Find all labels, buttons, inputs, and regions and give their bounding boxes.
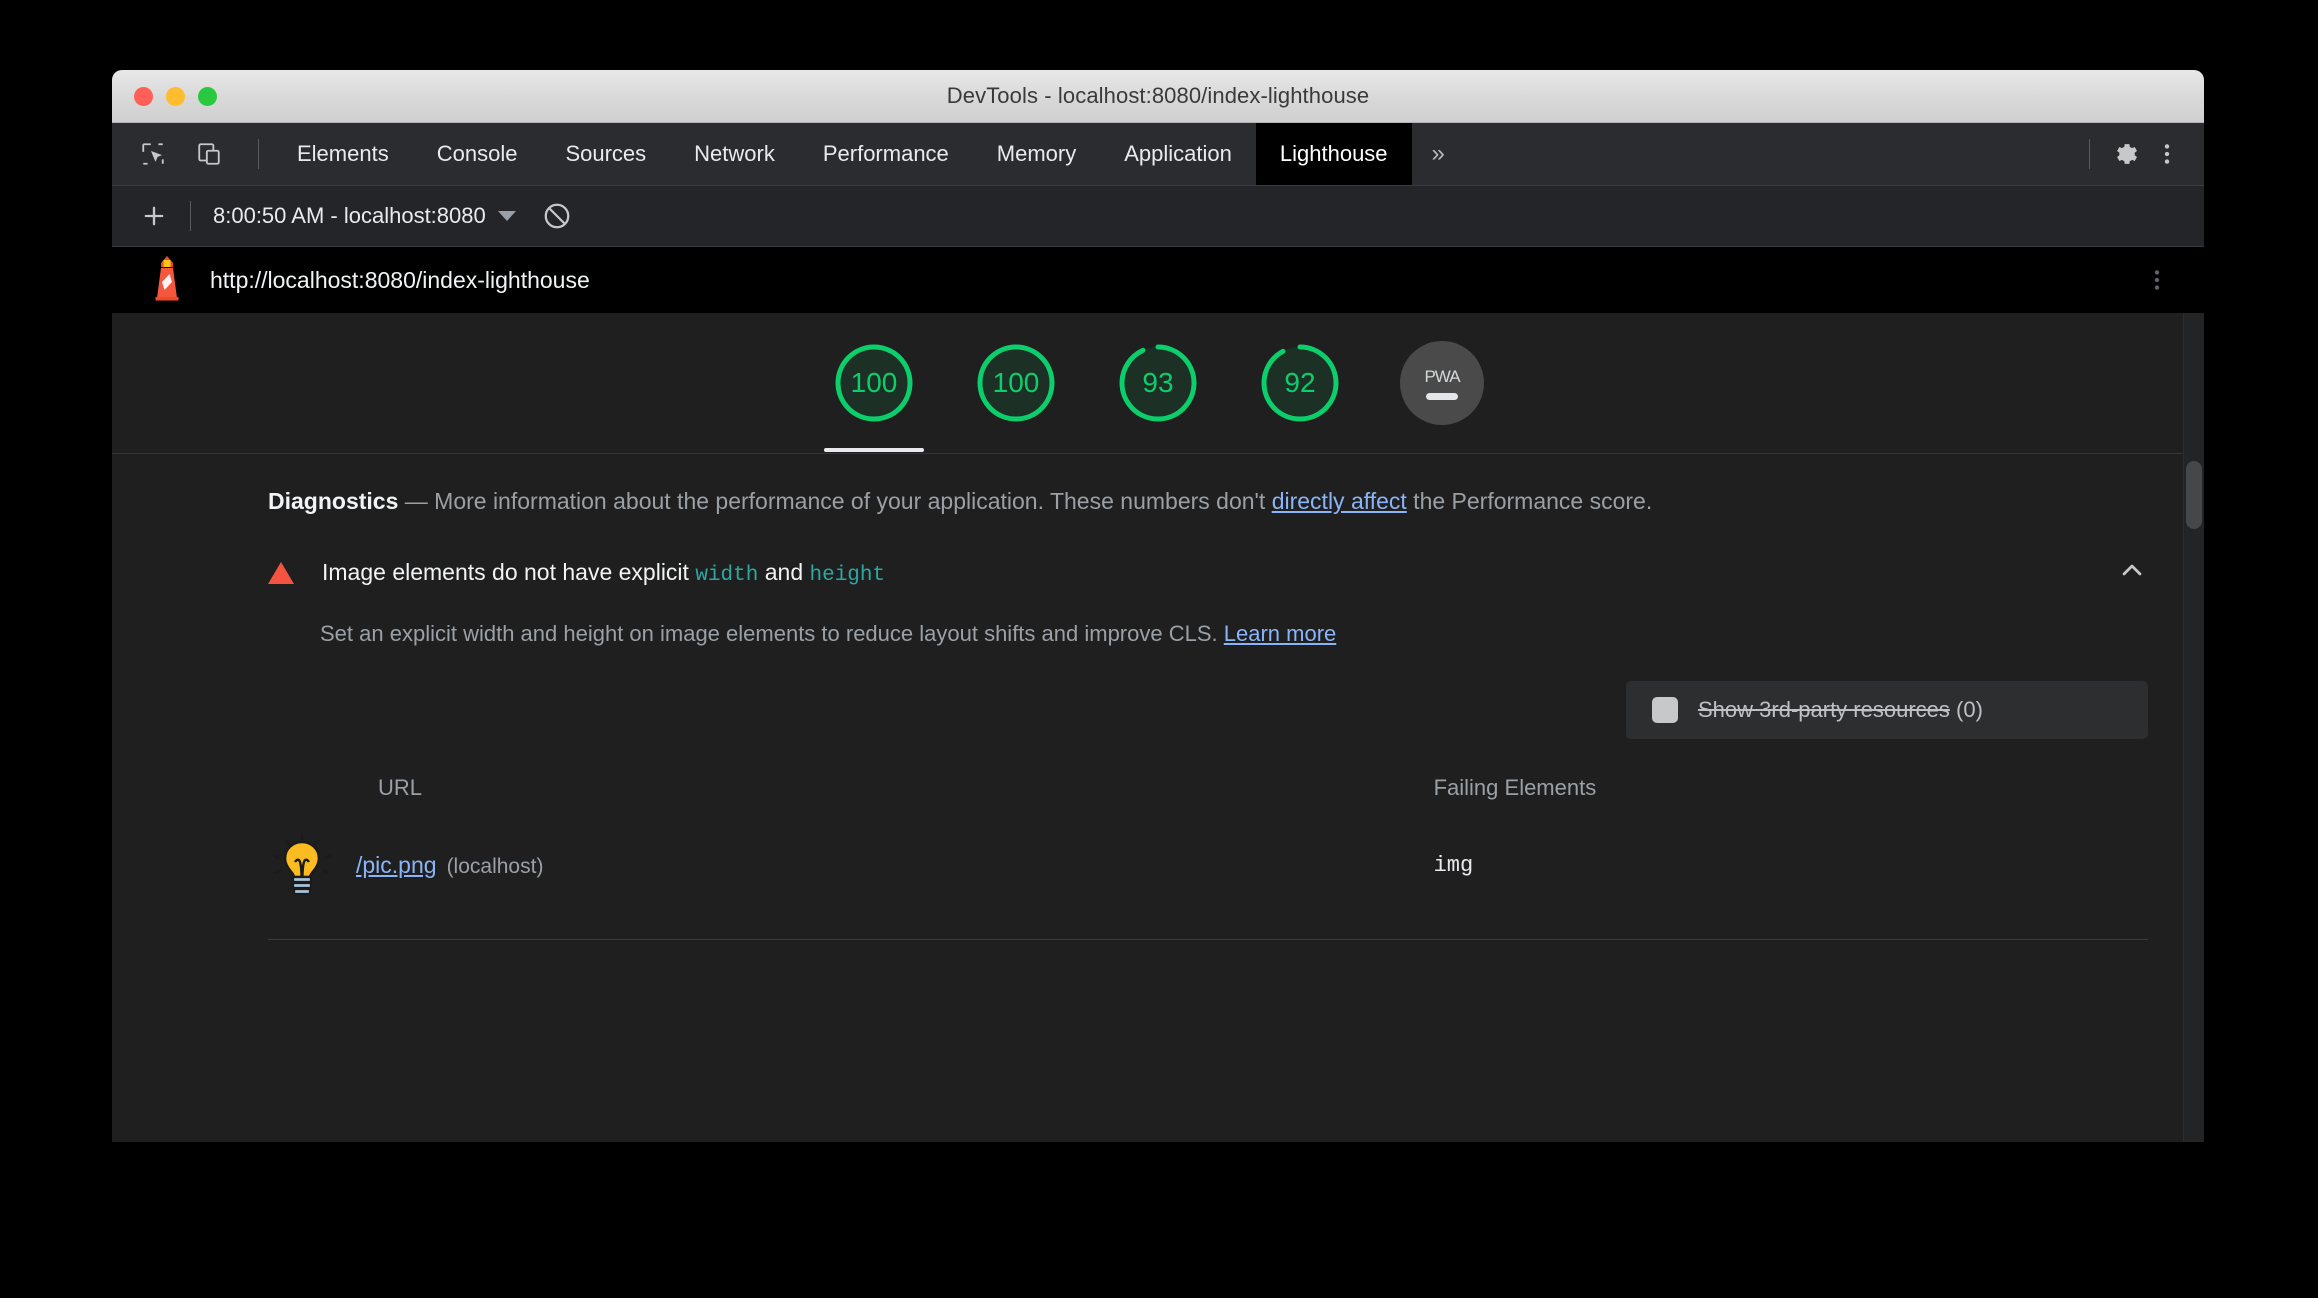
third-party-filter-row: Show 3rd-party resources (0)	[268, 681, 2148, 740]
report-url: http://localhost:8080/index-lighthouse	[210, 266, 590, 293]
tab-console[interactable]: Console	[413, 123, 542, 185]
report-header: http://localhost:8080/index-lighthouse	[112, 247, 2204, 313]
audit-description-text: Set an explicit width and height on imag…	[320, 621, 1218, 647]
gauge-category-3[interactable]: 93	[1106, 341, 1210, 425]
table-body: /pic.png (localhost) img	[268, 821, 2148, 909]
cell-failing-element: img	[1433, 852, 1474, 878]
pwa-null-dash-icon	[1426, 392, 1458, 400]
third-party-label-text: Show 3rd-party resources	[1698, 697, 1950, 723]
column-header-url: URL	[378, 775, 423, 801]
zoom-window-button[interactable]	[198, 87, 217, 106]
audit-title-part2: and	[758, 558, 810, 585]
gauge-score: 92	[1284, 367, 1316, 398]
plus-icon[interactable]	[132, 194, 176, 238]
gauge-category-pwa[interactable]: PWA	[1390, 341, 1494, 425]
lighthouse-toolbar: 8:00:50 AM - localhost:8080	[112, 186, 2204, 247]
tab-application[interactable]: Application	[1100, 123, 1256, 185]
url-and-host: /pic.png (localhost)	[356, 852, 543, 879]
intro-dash: —	[404, 488, 428, 514]
gauge-ring: 92	[1258, 341, 1342, 425]
gauge-selected-indicator	[824, 448, 924, 452]
audit-code-height: height	[809, 563, 886, 587]
audit-title-part1: Image elements do not have explicit	[322, 558, 696, 585]
tabstrip-divider	[2089, 139, 2090, 169]
gauge-score: 100	[850, 367, 898, 398]
lightbulb-thumbnail	[268, 831, 336, 899]
table-head: URL Failing Elements	[268, 763, 2148, 821]
audit-results-table: URL Failing Elements /pic.png (localhost…	[268, 763, 2148, 909]
chevron-down-icon	[497, 211, 516, 221]
audit-description: Set an explicit width and height on imag…	[320, 621, 2148, 647]
audit-title: Image elements do not have explicit widt…	[322, 559, 885, 587]
cell-url: /pic.png (localhost)	[268, 821, 1434, 909]
tab-elements[interactable]: Elements	[273, 123, 413, 185]
devtools-tool-icons	[112, 123, 273, 185]
tab-memory[interactable]: Memory	[973, 123, 1100, 185]
inspect-element-icon[interactable]	[132, 133, 174, 175]
pwa-label: PWA	[1424, 366, 1460, 386]
close-window-button[interactable]	[134, 87, 153, 106]
intro-text-before: More information about the performance o…	[434, 488, 1272, 514]
learn-more-link[interactable]: Learn more	[1224, 621, 1337, 646]
gauge-ring: 100	[974, 341, 1058, 425]
toolbar-divider	[258, 139, 259, 169]
chevron-up-icon[interactable]	[2116, 554, 2148, 591]
tab-lighthouse[interactable]: Lighthouse	[1255, 123, 1412, 185]
tab-sources[interactable]: Sources	[541, 123, 670, 185]
warning-triangle-icon	[268, 561, 294, 584]
pwa-badge: PWA	[1400, 341, 1484, 425]
gauge-score: 100	[992, 367, 1040, 398]
devtools-window: DevTools - localhost:8080/index-lighthou…	[112, 70, 2204, 1142]
diagnostics-intro: Diagnostics — More information about the…	[112, 454, 2204, 518]
table-row: /pic.png (localhost) img	[268, 821, 2148, 909]
devtools-more-menu-icon[interactable]	[2146, 133, 2188, 175]
report-scrollbar-thumb[interactable]	[2186, 461, 2202, 529]
show-3rd-party-checkbox[interactable]	[1652, 697, 1678, 724]
third-party-count: (0)	[1956, 697, 1983, 723]
devtools-tabstrip: Elements Console Sources Network Perform…	[112, 123, 2204, 186]
gauge-category-1[interactable]: 100	[822, 341, 926, 452]
devtools-tabs: Elements Console Sources Network Perform…	[273, 123, 1465, 185]
lighthouse-run-label: 8:00:50 AM - localhost:8080	[213, 203, 486, 228]
audit-image-size-responsive: Image elements do not have explicit widt…	[112, 554, 2204, 941]
url-cell-content: /pic.png (localhost)	[268, 831, 1434, 899]
minimize-window-button[interactable]	[166, 87, 185, 106]
report-more-menu-icon[interactable]	[2144, 267, 2204, 293]
devtools-tabstrip-actions	[2075, 123, 2204, 185]
table-bottom-divider	[268, 939, 2148, 941]
device-toolbar-icon[interactable]	[188, 133, 230, 175]
report-scrollbar[interactable]	[2183, 313, 2204, 1142]
category-gauges: 100 100 93 92 PWA	[112, 313, 2204, 454]
audit-code-width: width	[695, 563, 759, 587]
gauge-ring: 100	[832, 341, 916, 425]
gauge-category-2[interactable]: 100	[964, 341, 1068, 425]
window-titlebar: DevTools - localhost:8080/index-lighthou…	[112, 70, 2204, 123]
tabs-overflow-button[interactable]: »	[1412, 123, 1465, 185]
no-entry-clear-icon[interactable]	[542, 201, 572, 231]
table-header-row: URL Failing Elements	[268, 763, 2148, 821]
lh-toolbar-divider	[190, 201, 191, 231]
intro-text-after: the Performance score.	[1406, 488, 1653, 514]
third-party-filter[interactable]: Show 3rd-party resources (0)	[1626, 681, 2148, 740]
gauge-category-4[interactable]: 92	[1248, 341, 1352, 425]
column-header-failing-elements: Failing Elements	[1433, 775, 1597, 801]
third-party-label: Show 3rd-party resources (0)	[1698, 697, 1983, 723]
directly-affect-link[interactable]: directly affect	[1272, 488, 1407, 514]
audit-title-row[interactable]: Image elements do not have explicit widt…	[268, 554, 2148, 591]
gear-icon[interactable]	[2104, 133, 2146, 175]
diagnostics-heading: Diagnostics	[268, 488, 399, 514]
lighthouse-logo-icon	[146, 254, 188, 307]
window-title: DevTools - localhost:8080/index-lighthou…	[946, 83, 1370, 108]
gauge-score: 93	[1142, 367, 1174, 398]
traffic-lights	[134, 87, 217, 106]
gauge-ring: 93	[1116, 341, 1200, 425]
desktop-background: DevTools - localhost:8080/index-lighthou…	[0, 0, 2318, 1298]
tab-performance[interactable]: Performance	[799, 123, 973, 185]
lighthouse-report: http://localhost:8080/index-lighthouse 1…	[112, 247, 2204, 1142]
report-body: Diagnostics — More information about the…	[112, 454, 2204, 941]
resource-url-link[interactable]: /pic.png	[356, 852, 437, 878]
tab-network[interactable]: Network	[670, 123, 799, 185]
resource-host: (localhost)	[446, 854, 544, 878]
lighthouse-run-selector[interactable]: 8:00:50 AM - localhost:8080	[213, 203, 516, 229]
